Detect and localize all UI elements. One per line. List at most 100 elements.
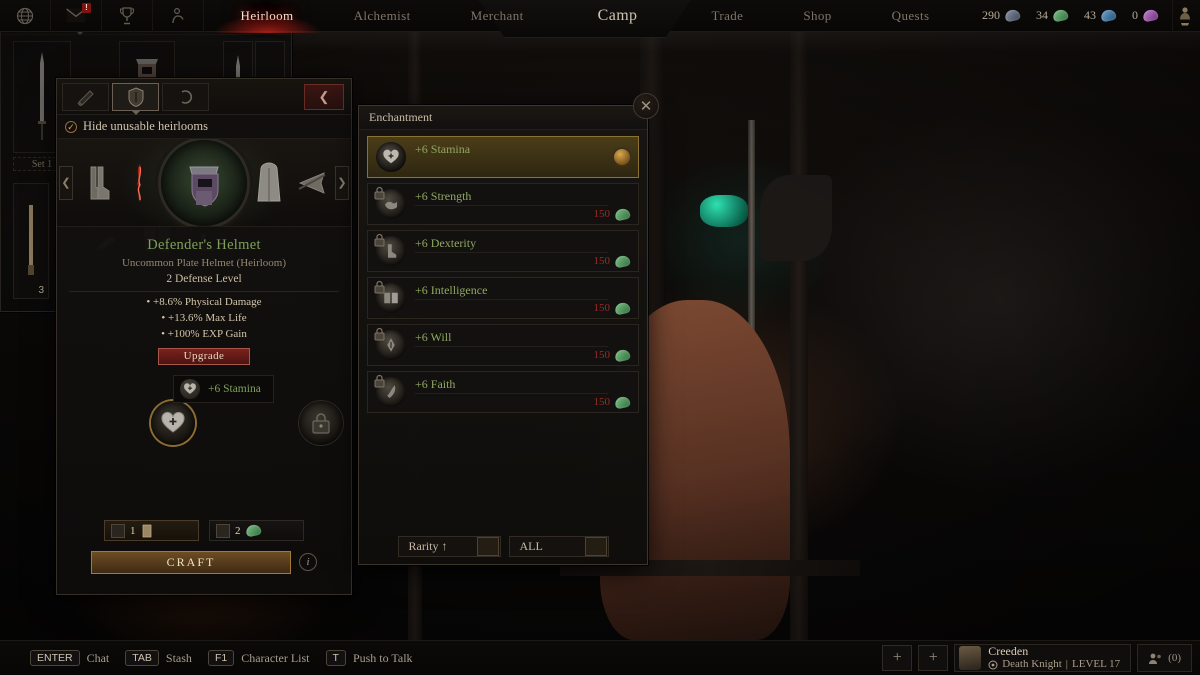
carousel-item-red-rune[interactable]	[118, 156, 161, 210]
rarity-dropdown-chevron-icon[interactable]	[584, 537, 607, 556]
heirloom-tab-armor[interactable]	[112, 82, 159, 111]
add-slot-button-1[interactable]: +	[882, 645, 913, 671]
bg-axe	[760, 175, 832, 261]
world-map-icon[interactable]	[0, 0, 51, 32]
player-class-level: Death Knight | LEVEL 17	[988, 658, 1120, 671]
carousel-next-button[interactable]: ❯	[335, 165, 349, 200]
lock-icon	[373, 186, 386, 200]
carousel-item-boots[interactable]	[75, 156, 118, 210]
nav-tab-trade[interactable]: Trade	[681, 0, 773, 32]
party-icon	[1149, 653, 1161, 664]
craft-cost-scroll[interactable]: 1	[104, 520, 199, 541]
currency-blue-value: 43	[1084, 8, 1096, 22]
sort-dropdown-label: Rarity ↑	[408, 539, 448, 553]
enchantment-row-body: +6 Stamina	[415, 137, 614, 177]
green-shard-icon	[614, 254, 631, 268]
heirloom-item-info: Defender's Helmet Uncommon Plate Helmet …	[57, 227, 351, 371]
enchantment-row-faith[interactable]: +6 Faith 150	[367, 371, 639, 413]
feather-icon	[374, 374, 406, 407]
enchantment-row-dexterity[interactable]: +6 Dexterity 150	[367, 230, 639, 272]
player-level: LEVEL 17	[1072, 658, 1121, 670]
enchantment-row-body: +6 Intelligence 150	[415, 278, 631, 318]
carousel-item-axe[interactable]	[290, 156, 333, 210]
nav-tab-shop[interactable]: Shop	[773, 0, 861, 32]
enchantment-name: +6 Dexterity	[415, 236, 477, 250]
stamina-icon	[180, 379, 200, 399]
green-shard-icon	[244, 523, 262, 538]
top-bar: ! Heirloom Alchemist Merchant Camp Trade…	[0, 0, 1200, 38]
craft-row: CRAFT i	[57, 550, 351, 574]
keybind-character-list-action: Character List	[241, 650, 310, 665]
enchantment-cost: 150	[594, 301, 631, 315]
enchantment-cost-value: 150	[593, 349, 611, 361]
bg-gems	[700, 195, 748, 227]
socket-tooltip: +6 Stamina	[173, 375, 274, 403]
character-avatar-icon[interactable]	[1172, 0, 1196, 32]
item-stat: • +8.6% Physical Damage	[146, 296, 262, 308]
enchantment-row-strength[interactable]: +6 Strength 150	[367, 183, 639, 225]
player-class: Death Knight	[1002, 658, 1062, 670]
green-shard-icon	[1052, 8, 1069, 23]
nav-tab-quests[interactable]: Quests	[862, 0, 960, 32]
carousel-item-helmet-selected[interactable]	[161, 139, 247, 226]
item-stat: • +100% EXP Gain	[161, 328, 247, 340]
row-divider	[415, 346, 608, 347]
upgrade-button[interactable]: Upgrade	[158, 348, 250, 365]
currency-blue[interactable]: 43	[1084, 8, 1117, 23]
enchant-socket-locked[interactable]	[299, 401, 343, 445]
enchantment-cost: 150	[594, 254, 631, 268]
emote-icon[interactable]	[153, 0, 204, 32]
heirloom-socket-row: +6 Stamina	[57, 375, 351, 469]
rarity-dropdown[interactable]: ALL	[508, 536, 609, 557]
sort-dropdown[interactable]: Rarity ↑	[397, 536, 501, 557]
top-icon-group: !	[0, 0, 204, 32]
currency-gray[interactable]: 290	[982, 8, 1021, 23]
rune-icon	[374, 327, 406, 360]
item-stat: • +13.6% Max Life	[161, 312, 247, 324]
enchantment-name: +6 Stamina	[415, 142, 471, 156]
keybind-character-list[interactable]: F1 Character List	[207, 650, 310, 666]
player-name: Creeden	[988, 644, 1029, 658]
hide-unusable-checkbox-icon[interactable]: ✓	[65, 120, 77, 133]
add-slot-button-2[interactable]: +	[918, 645, 949, 671]
craft-info-button[interactable]: i	[299, 553, 317, 571]
bg-post	[790, 32, 808, 642]
nav-tab-alchemist[interactable]: Alchemist	[324, 0, 441, 32]
enchantment-row-body: +6 Will 150	[415, 325, 631, 365]
trophy-icon[interactable]	[102, 0, 153, 32]
enchantment-row-stamina[interactable]: +6 Stamina	[367, 136, 639, 178]
currency-purple[interactable]: 0	[1132, 8, 1159, 23]
enchantment-row-intelligence[interactable]: +6 Intelligence 150	[367, 277, 639, 319]
keybind-stash[interactable]: TAB Stash	[125, 650, 192, 666]
craft-button[interactable]: CRAFT	[91, 550, 291, 574]
nav-tab-merchant[interactable]: Merchant	[441, 0, 554, 32]
blue-shard-icon	[1100, 8, 1117, 23]
nav-tab-heirloom[interactable]: Heirloom	[211, 0, 324, 33]
slot-torch[interactable]: 3	[13, 183, 49, 299]
keybind-chat[interactable]: ENTER Chat	[30, 650, 109, 666]
heirloom-tab-weapon[interactable]	[62, 82, 109, 111]
enchantment-cost-value: 150	[593, 396, 611, 408]
mail-icon[interactable]: !	[51, 0, 102, 32]
carousel-item-cloak[interactable]	[247, 156, 290, 210]
keybind-push-to-talk[interactable]: T Push to Talk	[325, 650, 413, 666]
carousel-prev-button[interactable]: ❮	[59, 165, 73, 200]
item-title: Defender's Helmet	[147, 237, 261, 253]
enchantment-row-body: +6 Strength 150	[415, 184, 631, 224]
craft-cost-shard[interactable]: 2	[209, 520, 304, 541]
enchantment-row-body: +6 Dexterity 150	[415, 231, 631, 271]
player-info[interactable]: Creeden Death Knight | LEVEL 17	[954, 644, 1132, 672]
enchantment-row-will[interactable]: +6 Will 150	[367, 324, 639, 366]
currency-green[interactable]: 34	[1036, 8, 1069, 23]
party-button[interactable]: (0)	[1137, 644, 1192, 672]
nav-tab-camp[interactable]: Camp	[554, 0, 682, 32]
currency-green-value: 34	[1036, 8, 1048, 22]
boot-icon	[374, 233, 406, 266]
hide-unusable-checkbox-row[interactable]: ✓ Hide unusable heirlooms	[57, 115, 351, 139]
sort-dropdown-chevron-icon[interactable]	[476, 537, 499, 556]
close-icon[interactable]: ✕	[633, 93, 659, 119]
heirloom-tab-accessory[interactable]	[162, 82, 209, 111]
heirloom-back-button[interactable]: ❮	[304, 83, 344, 110]
craft-cost-bar: 1 2	[57, 520, 351, 542]
enchant-socket-filled[interactable]	[151, 401, 195, 445]
